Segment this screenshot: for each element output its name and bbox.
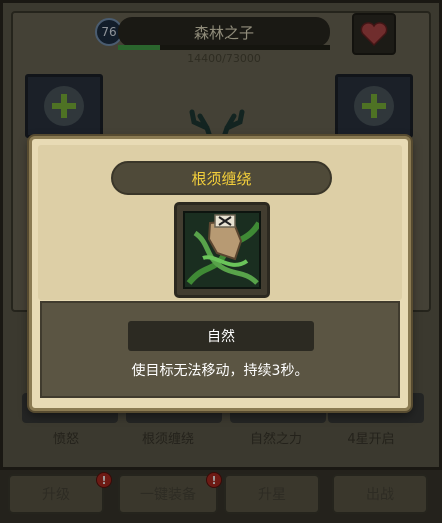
skill-description: 使目标无法移动，持续3秒。 (131, 363, 309, 379)
skill-icon-frame (174, 202, 270, 298)
skill-info-dialog: 根须缠绕 自然 使目标无法移动，持续3秒。 (29, 136, 411, 411)
skill-element: 自然 (128, 321, 314, 351)
roots-entangle-icon (183, 211, 261, 289)
skill-title: 根须缠绕 (111, 161, 332, 195)
